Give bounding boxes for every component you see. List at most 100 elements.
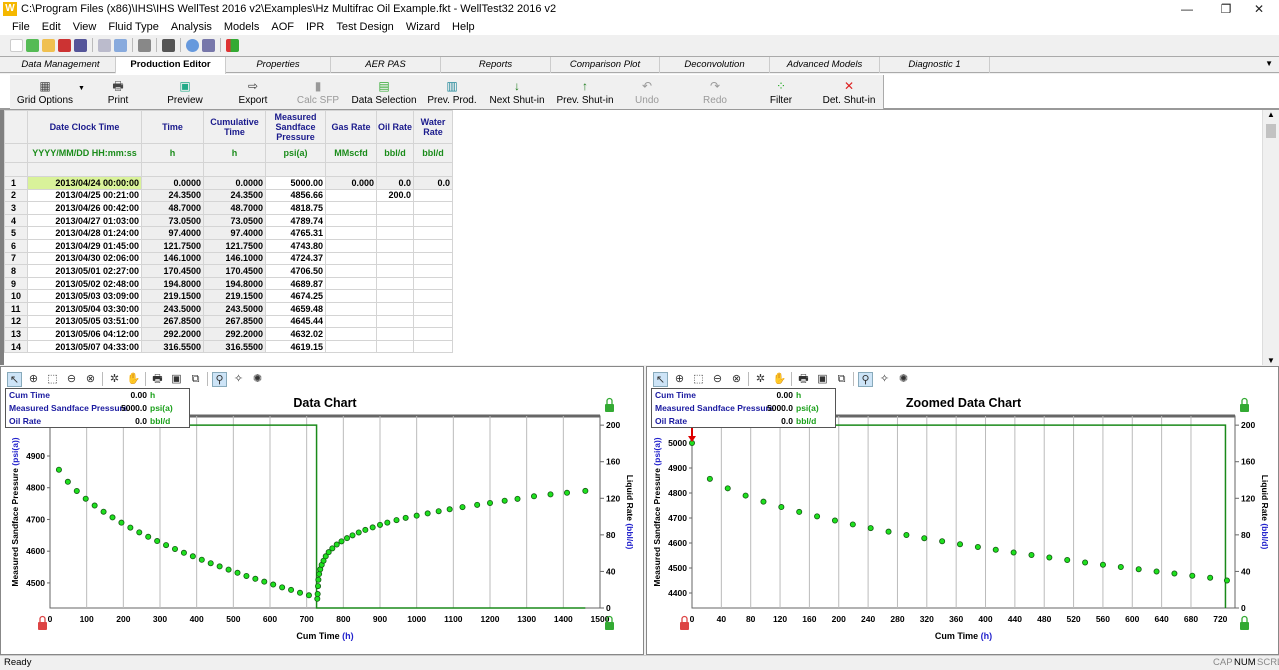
print-button[interactable]: 🖶 Print [88, 75, 148, 109]
pressure-point[interactable] [1099, 561, 1106, 568]
pressure-point[interactable] [73, 487, 80, 494]
menu-models[interactable]: Models [224, 21, 259, 33]
menu-test-design[interactable]: Test Design [336, 21, 393, 33]
grid-cell[interactable]: 292.2000 [203, 327, 266, 341]
menu-analysis[interactable]: Analysis [171, 21, 212, 33]
scrollbar-thumb[interactable] [1266, 124, 1276, 138]
pressure-point[interactable] [55, 466, 62, 473]
column-filter-cell[interactable] [27, 162, 142, 177]
column-header[interactable]: Measured Sandface Pressure [265, 110, 326, 144]
pressure-point[interactable] [305, 592, 312, 599]
print-chart-icon[interactable]: 🖶 [796, 372, 811, 387]
grid-cell[interactable] [325, 339, 377, 354]
grid-cell[interactable] [325, 226, 377, 240]
print-icon[interactable] [138, 38, 151, 52]
zoom-in-icon[interactable]: ⊕ [26, 372, 41, 387]
y2-axis-unlock-icon[interactable] [1240, 404, 1249, 412]
grid-cell[interactable] [376, 213, 414, 228]
grid-cell[interactable]: 219.1500 [141, 289, 204, 303]
tool-disabled-icon[interactable]: ✧ [877, 372, 892, 387]
grid-cell[interactable]: 121.7500 [203, 238, 266, 253]
grid-cell[interactable]: 267.8500 [141, 314, 204, 329]
zoom-reset-icon[interactable]: ⊗ [729, 372, 744, 387]
grid-cell[interactable]: 0.0 [376, 176, 414, 190]
pressure-point[interactable] [216, 563, 223, 570]
zoom-in-icon[interactable]: ⊕ [672, 372, 687, 387]
pressure-point[interactable] [189, 553, 196, 560]
pressure-point[interactable] [459, 504, 466, 511]
column-unit[interactable]: psi(a) [265, 143, 326, 163]
copy-chart-icon[interactable]: ⧉ [188, 372, 203, 387]
grid-cell[interactable]: 200.0 [376, 188, 414, 203]
grid-cell[interactable] [413, 301, 453, 316]
pointer-icon[interactable]: ↖ [7, 371, 22, 387]
export-icon[interactable] [58, 38, 71, 52]
pressure-point[interactable] [760, 498, 767, 505]
grid-cell[interactable] [413, 226, 453, 240]
grid-cell[interactable]: 2013/04/29 01:45:00 [27, 238, 142, 253]
table-row[interactable]: 3 2013/04/26 00:42:00 48.7000 48.7000 4818.7… [4, 201, 453, 215]
pressure-point[interactable] [207, 560, 214, 567]
grid-cell[interactable] [325, 276, 377, 291]
pressure-point[interactable] [435, 508, 442, 515]
undo-button[interactable]: ↶ Undo [622, 75, 672, 109]
pressure-point[interactable] [921, 535, 928, 542]
pointer-icon[interactable]: ↖ [653, 371, 668, 387]
pressure-point[interactable] [145, 533, 152, 540]
pressure-point[interactable] [814, 513, 821, 520]
grid-cell[interactable]: 146.1000 [141, 251, 204, 266]
menu-edit[interactable]: Edit [42, 21, 61, 33]
tab-production-editor[interactable]: Production Editor [116, 57, 226, 74]
print-chart-icon[interactable]: 🖶 [150, 372, 165, 387]
column-filter-cell[interactable] [265, 162, 326, 177]
grid-cell[interactable]: 4689.87 [265, 276, 326, 291]
pressure-point[interactable] [180, 549, 187, 556]
pressure-point[interactable] [314, 591, 321, 598]
grid-cell[interactable]: 194.8000 [141, 276, 204, 291]
grid-cell[interactable] [413, 289, 453, 303]
wizard-icon[interactable] [202, 38, 215, 52]
grid-cell[interactable]: 4765.31 [265, 226, 326, 240]
grid-cell[interactable] [413, 339, 453, 354]
help-icon[interactable] [186, 38, 199, 52]
grid-cell[interactable] [413, 276, 453, 291]
tab-data-management[interactable]: Data Management [6, 57, 116, 73]
pressure-point[interactable] [82, 495, 89, 502]
chart-icon[interactable] [226, 38, 239, 52]
grid-cell[interactable]: 146.1000 [203, 251, 266, 266]
copy-icon[interactable] [114, 38, 127, 52]
pressure-point[interactable] [355, 529, 362, 536]
pressure-point[interactable] [1135, 566, 1142, 573]
grid-cell[interactable]: 4818.75 [265, 201, 326, 215]
grid-cell[interactable]: 4645.44 [265, 314, 326, 329]
pressure-point[interactable] [243, 572, 250, 579]
grid-cell[interactable]: 194.8000 [203, 276, 266, 291]
grid-cell[interactable] [325, 301, 377, 316]
grid-cell[interactable]: 2013/04/25 00:21:00 [27, 188, 142, 203]
column-filter-cell[interactable] [376, 162, 414, 177]
grid-cell[interactable]: 4659.48 [265, 301, 326, 316]
show-readout-icon[interactable]: ⚲ [212, 371, 227, 387]
pressure-point[interactable] [91, 502, 98, 509]
pressure-point[interactable] [118, 519, 125, 526]
pressure-point[interactable] [885, 528, 892, 535]
table-row[interactable]: 10 2013/05/03 03:09:00 219.1500 219.1500 467… [4, 289, 453, 303]
pressure-point[interactable] [163, 542, 170, 549]
data-selection-button[interactable]: ▤ Data Selection [348, 75, 420, 109]
pressure-point[interactable] [384, 519, 391, 526]
pressure-point[interactable] [742, 492, 749, 499]
tab-comparison-plot[interactable]: Comparison Plot [551, 57, 660, 73]
pressure-point[interactable] [333, 541, 340, 548]
grid-cell[interactable]: 2013/04/30 02:06:00 [27, 251, 142, 266]
tab-diagnostic-1[interactable]: Diagnostic 1 [880, 57, 990, 73]
column-filter-cell[interactable] [413, 162, 453, 177]
column-header[interactable]: Time [141, 110, 204, 144]
pressure-point[interactable] [338, 538, 345, 545]
grid-cell[interactable]: 2013/05/05 03:51:00 [27, 314, 142, 329]
next-shut-in-button[interactable]: ↓ Next Shut-in [486, 75, 548, 109]
table-row[interactable]: 14 2013/05/07 04:33:00 316.5500 316.5500 461… [4, 339, 453, 354]
pressure-point[interactable] [109, 514, 116, 521]
tab-aer-pas[interactable]: AER PAS [331, 57, 441, 73]
menu-view[interactable]: View [73, 21, 97, 33]
pressure-point[interactable] [849, 521, 856, 528]
